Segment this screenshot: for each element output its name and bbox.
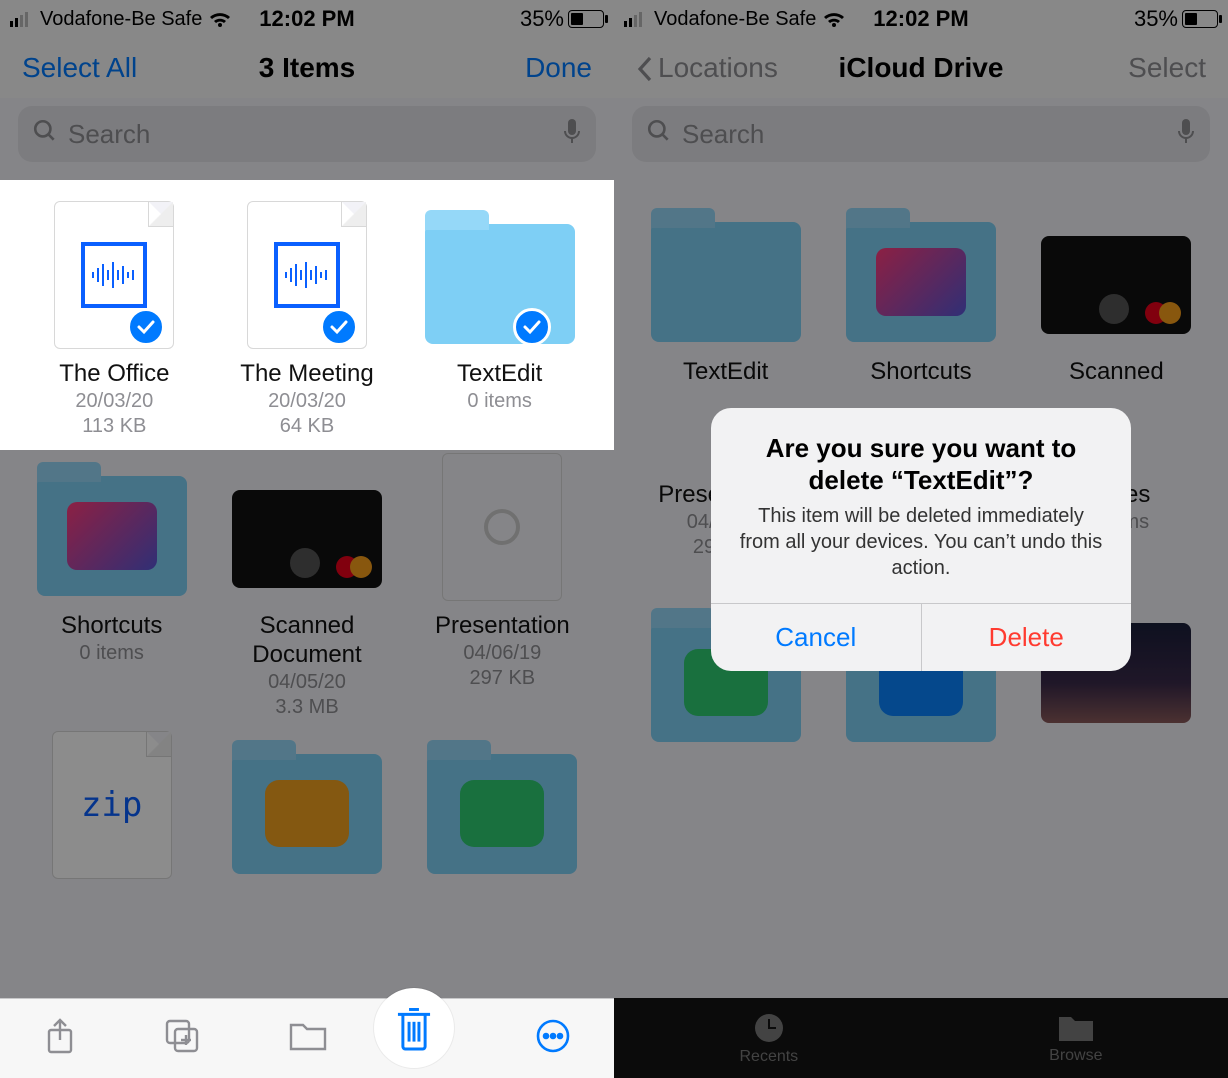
share-icon[interactable] (43, 1016, 77, 1061)
bottom-toolbar (0, 998, 614, 1078)
audio-wave-icon (274, 242, 340, 308)
selected-check-icon (513, 308, 551, 346)
confirm-delete-button[interactable]: Delete (922, 604, 1132, 671)
file-item-textedit[interactable]: TextEdit 0 items (403, 200, 596, 439)
file-meta: 20/03/20 (18, 389, 211, 414)
file-item-office[interactable]: The Office 20/03/20 113 KB (18, 200, 211, 439)
file-item-meeting[interactable]: The Meeting 20/03/20 64 KB (211, 200, 404, 439)
file-name: The Meeting (211, 360, 404, 389)
delete-button[interactable] (374, 988, 454, 1068)
file-size: 64 KB (211, 414, 404, 439)
file-meta: 20/03/20 (211, 389, 404, 414)
left-screenshot: Vodafone-Be Safe 12:02 PM 35% Select All… (0, 0, 614, 1078)
dim-overlay (0, 0, 614, 1078)
alert-message: This item will be deleted immediately fr… (711, 503, 1131, 603)
audio-wave-icon (81, 242, 147, 308)
alert-title: Are you sure you want to delete “TextEdi… (711, 408, 1131, 503)
file-name: The Office (18, 360, 211, 389)
right-screenshot: Vodafone-Be Safe 12:02 PM 35% Locations … (614, 0, 1228, 1078)
file-meta: 0 items (403, 389, 596, 414)
delete-confirm-alert: Are you sure you want to delete “TextEdi… (711, 408, 1131, 671)
cancel-button[interactable]: Cancel (711, 604, 922, 671)
selected-row: The Office 20/03/20 113 KB The Meeting 2… (0, 180, 614, 450)
file-name: TextEdit (403, 360, 596, 389)
alert-backdrop: Are you sure you want to delete “TextEdi… (614, 0, 1228, 1078)
duplicate-icon[interactable] (163, 1017, 201, 1060)
selected-check-icon (320, 308, 358, 346)
more-icon[interactable] (535, 1018, 571, 1059)
move-folder-icon[interactable] (287, 1019, 329, 1058)
file-size: 113 KB (18, 414, 211, 439)
